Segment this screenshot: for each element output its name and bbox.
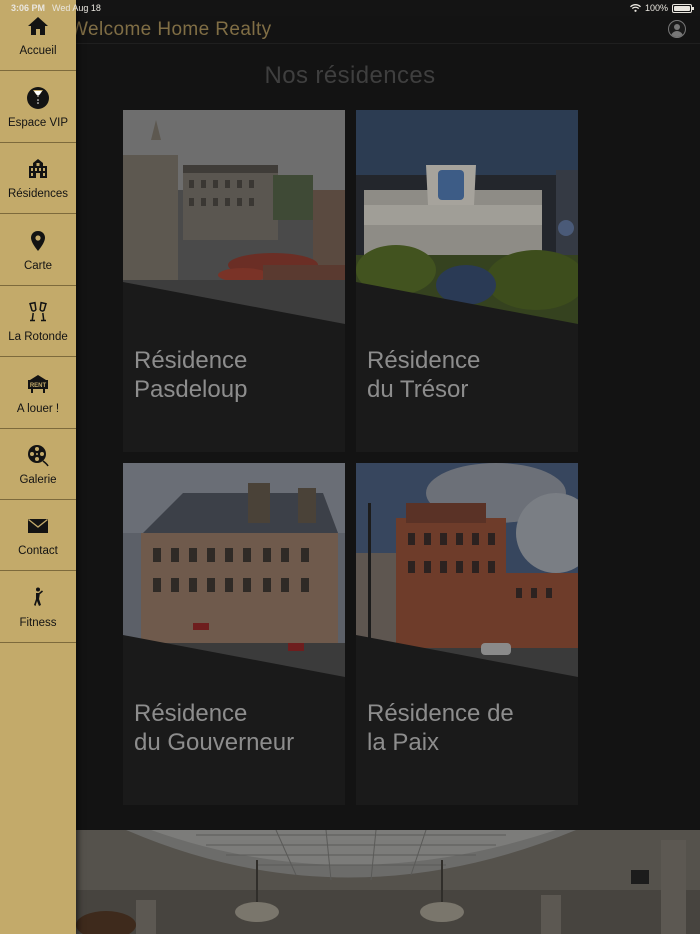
sidebar-item-label: Galerie bbox=[19, 474, 57, 486]
tuxedo-icon bbox=[26, 86, 50, 110]
battery-icon bbox=[672, 3, 694, 13]
sidebar-item-galerie[interactable]: Galerie bbox=[0, 429, 76, 500]
page-title: Nos résidences bbox=[264, 62, 436, 89]
sidebar-item-contact[interactable]: Contact bbox=[0, 500, 76, 571]
sidebar-item-label: A louer ! bbox=[16, 403, 60, 415]
sidebar-item-fitness[interactable]: Fitness bbox=[0, 572, 76, 643]
main-content: Nos résidences Résidence Pasdeloup Résid… bbox=[76, 44, 700, 934]
residence-grid: Résidence Pasdeloup Résidence du Trésor … bbox=[123, 110, 578, 805]
app-title: Welcome Home Realty bbox=[70, 19, 272, 40]
wifi-icon bbox=[630, 4, 641, 12]
residence-name: Résidence de la Paix bbox=[367, 700, 514, 756]
sidebar-item-la-rotonde[interactable]: La Rotonde bbox=[0, 286, 76, 357]
sidebar-item-label: Contact bbox=[18, 545, 58, 557]
rotunda-banner-image bbox=[76, 830, 700, 934]
profile-icon[interactable] bbox=[668, 20, 686, 38]
fitness-icon bbox=[26, 586, 50, 610]
champagne-glasses-icon bbox=[26, 300, 50, 324]
sidebar-item-label: Espace VIP bbox=[7, 117, 69, 129]
sidebar-item-label: Résidences bbox=[7, 188, 69, 200]
building-icon bbox=[26, 157, 50, 181]
status-time: 3:06 PM bbox=[11, 3, 46, 13]
residence-card-paix[interactable]: Résidence de la Paix bbox=[356, 463, 578, 805]
sidebar-item-label: La Rotonde bbox=[8, 331, 68, 343]
sidebar-item-label: Carte bbox=[23, 260, 53, 272]
film-reel-icon bbox=[26, 443, 50, 467]
sidebar-menu: Accueil Espace VIP Résidences Carte La R… bbox=[0, 0, 76, 934]
envelope-icon bbox=[26, 514, 50, 538]
sidebar-item-carte[interactable]: Carte bbox=[0, 215, 76, 286]
svg-text:RENT: RENT bbox=[30, 383, 47, 389]
sidebar-item-espace-vip[interactable]: Espace VIP bbox=[0, 72, 76, 143]
residence-card-pasdeloup[interactable]: Résidence Pasdeloup bbox=[123, 110, 345, 452]
residence-name: Résidence Pasdeloup bbox=[134, 347, 248, 403]
residence-name: Résidence du Gouverneur bbox=[134, 700, 295, 756]
status-right: 100% bbox=[630, 3, 694, 13]
status-date: Wed Aug 18 bbox=[52, 3, 101, 13]
residence-card-tresor[interactable]: Résidence du Trésor bbox=[356, 110, 578, 452]
residence-card-gouverneur[interactable]: Résidence du Gouverneur bbox=[123, 463, 345, 805]
rent-sign-icon: RENT bbox=[26, 372, 50, 396]
sidebar-item-label: Fitness bbox=[19, 617, 57, 629]
app-header: Welcome Home Realty bbox=[0, 16, 700, 44]
map-pin-icon bbox=[26, 229, 50, 253]
status-bar: 3:06 PM Wed Aug 18 100% bbox=[0, 0, 700, 16]
home-icon bbox=[26, 14, 50, 38]
sidebar-item-label: Accueil bbox=[19, 45, 57, 57]
battery-percent: 100% bbox=[644, 3, 668, 13]
residence-name: Résidence du Trésor bbox=[367, 347, 481, 403]
sidebar-item-residences[interactable]: Résidences bbox=[0, 143, 76, 214]
sidebar-item-a-louer[interactable]: RENT A louer ! bbox=[0, 358, 76, 429]
